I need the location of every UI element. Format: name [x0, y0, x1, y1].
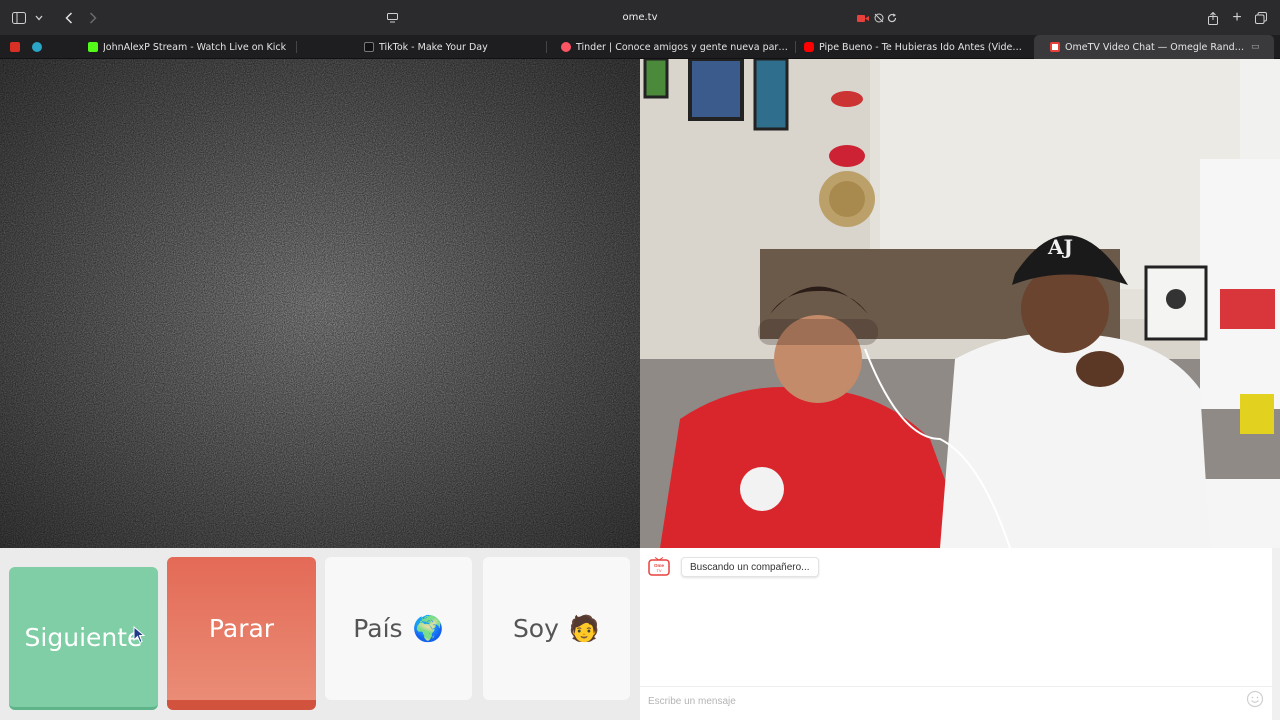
address-bar[interactable]: ome.tv	[380, 6, 900, 29]
tab-divider	[546, 41, 547, 53]
country-button[interactable]: País 🌍	[325, 557, 472, 700]
emoji-picker-icon[interactable]	[1246, 690, 1264, 708]
chat-divider	[640, 686, 1272, 687]
gender-button-label: Soy	[512, 614, 559, 643]
pinned-tab-edge[interactable]	[32, 35, 46, 59]
partner-video: AJ	[640, 59, 1280, 548]
tab-overview-icon[interactable]	[1252, 9, 1270, 27]
tab-label: TikTok - Make Your Day	[379, 41, 488, 53]
youtube-icon	[804, 42, 814, 52]
forward-icon[interactable]	[84, 9, 102, 27]
message-input[interactable]	[648, 692, 1238, 710]
tab-label: Pipe Bueno - Te Hubieras Ido Antes (Vide…	[819, 41, 1026, 53]
person-icon: 🧑	[568, 613, 601, 643]
gender-button[interactable]: Soy 🧑	[483, 557, 630, 700]
svg-text:AJ: AJ	[1047, 235, 1073, 259]
tinder-icon	[561, 42, 571, 52]
tab-label: JohnAlexP Stream - Watch Live on Kick	[103, 41, 287, 53]
reload-icon[interactable]	[883, 9, 901, 27]
ometv-icon	[1050, 42, 1060, 52]
tab-tinder[interactable]: Tinder | Conoce amigos y gente nueva par…	[561, 35, 791, 59]
new-tab-icon[interactable]: +	[1228, 9, 1246, 27]
tab-ometv[interactable]: OmeTV Video Chat — Omegle Random Cam... …	[1034, 35, 1274, 59]
tab-divider	[795, 41, 796, 53]
tab-media-icon[interactable]: ▭	[1251, 42, 1260, 52]
static-noise-image	[0, 59, 640, 548]
url-text: ome.tv	[622, 12, 658, 23]
own-camera-static	[0, 59, 640, 548]
ometv-logo-icon: Ome TV	[648, 557, 670, 576]
kick-icon	[88, 42, 98, 52]
sidebar-icon[interactable]	[10, 9, 28, 27]
share-icon[interactable]	[1204, 9, 1222, 27]
controls-panel: Siguiente Parar País 🌍 Soy 🧑	[0, 548, 640, 720]
mouse-cursor-icon	[133, 626, 145, 644]
stop-button[interactable]: Parar	[167, 557, 316, 710]
gmail-icon	[10, 42, 20, 52]
pinned-tab-gmail[interactable]	[10, 35, 24, 59]
chat-status-message: Buscando un compañero...	[681, 557, 819, 577]
browser-app-icon	[32, 42, 42, 52]
tab-kick[interactable]: JohnAlexP Stream - Watch Live on Kick	[88, 35, 288, 59]
tab-divider	[296, 41, 297, 53]
partner-video-image: AJ	[640, 59, 1280, 548]
chat-scrollbar[interactable]	[1272, 548, 1280, 720]
tab-label: OmeTV Video Chat — Omegle Random Cam...	[1065, 41, 1245, 53]
tab-tiktok[interactable]: TikTok - Make Your Day	[364, 35, 544, 59]
country-button-label: País	[353, 614, 403, 643]
chevron-down-icon[interactable]	[30, 9, 48, 27]
tab-bar: JohnAlexP Stream - Watch Live on Kick Ti…	[0, 35, 1280, 59]
tab-label: Tinder | Conoce amigos y gente nueva par…	[576, 41, 791, 53]
tab-youtube[interactable]: Pipe Bueno - Te Hubieras Ido Antes (Vide…	[804, 35, 1026, 59]
browser-toolbar: ome.tv +	[0, 0, 1280, 35]
next-button-label: Siguiente	[24, 622, 143, 652]
globe-icon: 🌍	[412, 613, 444, 643]
chat-panel: Ome TV Buscando un compañero...	[640, 548, 1280, 720]
svg-text:TV: TV	[656, 568, 661, 573]
site-settings-icon[interactable]	[383, 9, 401, 27]
stop-button-label: Parar	[208, 614, 275, 643]
back-icon[interactable]	[60, 9, 78, 27]
tiktok-icon	[364, 42, 374, 52]
